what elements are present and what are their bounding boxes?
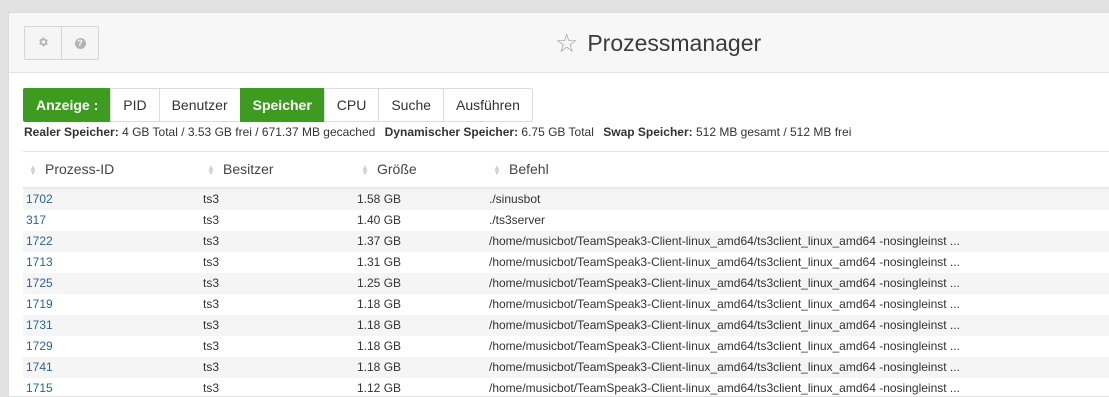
- size-cell: 1.58 GB: [357, 192, 402, 206]
- owner-cell: ts3: [203, 276, 220, 290]
- table-row: 1722 ts3 1.37 GB /home/musicbot/TeamSpea…: [23, 231, 1109, 252]
- pid-link[interactable]: 1725: [26, 273, 53, 294]
- real-memory-label: Realer Speicher:: [24, 125, 119, 139]
- owner-cell: ts3: [203, 360, 220, 374]
- command-cell: /home/musicbot/TeamSpeak3-Client-linux_a…: [489, 360, 960, 374]
- owner-cell: ts3: [203, 213, 220, 227]
- column-label: Befehl: [509, 161, 549, 177]
- pid-link[interactable]: 1715: [26, 378, 53, 397]
- table-body: 1702 ts3 1.58 GB ./sinusbot 317 ts3 1.40…: [23, 189, 1109, 397]
- sort-icon: ▲ ▼: [207, 163, 215, 178]
- owner-cell: ts3: [203, 234, 220, 248]
- size-cell: 1.25 GB: [357, 276, 402, 290]
- header-icon-group: ?: [24, 26, 99, 60]
- size-cell: 1.18 GB: [357, 318, 402, 332]
- owner-cell: ts3: [203, 381, 220, 395]
- column-header-owner[interactable]: ▲ ▼ Besitzer: [207, 152, 274, 187]
- column-header-process-id[interactable]: ▲ ▼ Prozess-ID: [29, 152, 114, 187]
- table-row: 1731 ts3 1.18 GB /home/musicbot/TeamSpea…: [23, 315, 1109, 336]
- size-cell: 1.31 GB: [357, 255, 402, 269]
- view-tabs: Anzeige : PID Benutzer Speicher CPU Such…: [23, 88, 533, 122]
- real-memory-value: 4 GB Total / 3.53 GB frei / 671.37 MB ge…: [122, 125, 376, 139]
- column-label: Besitzer: [223, 161, 274, 177]
- command-cell: /home/musicbot/TeamSpeak3-Client-linux_a…: [489, 234, 960, 248]
- page-title: Prozessmanager: [587, 29, 762, 56]
- tab-speicher[interactable]: Speicher: [239, 88, 325, 122]
- help-button[interactable]: ?: [61, 27, 98, 59]
- gear-icon: [37, 36, 49, 51]
- owner-cell: ts3: [203, 297, 220, 311]
- process-table: ▲ ▼ Prozess-ID ▲ ▼ Besitzer ▲ ▼ Größe ▲ ▼ Befehl…: [23, 151, 1109, 397]
- size-cell: 1.18 GB: [357, 339, 402, 353]
- title-area: ☆ Prozessmanager: [555, 27, 761, 59]
- sort-icon: ▲ ▼: [493, 163, 501, 178]
- table-row: 1729 ts3 1.18 GB /home/musicbot/TeamSpea…: [23, 336, 1109, 357]
- sort-icon: ▲ ▼: [29, 163, 37, 178]
- memory-info: Realer Speicher: 4 GB Total / 3.53 GB fr…: [24, 125, 851, 139]
- pid-link[interactable]: 1702: [26, 189, 53, 210]
- table-row: 1715 ts3 1.12 GB /home/musicbot/TeamSpea…: [23, 378, 1109, 397]
- page-header: ? ☆ Prozessmanager: [9, 13, 1109, 73]
- column-label: Größe: [377, 161, 417, 177]
- command-cell: /home/musicbot/TeamSpeak3-Client-linux_a…: [489, 297, 960, 311]
- pid-link[interactable]: 1729: [26, 336, 53, 357]
- table-row: 1741 ts3 1.18 GB /home/musicbot/TeamSpea…: [23, 357, 1109, 378]
- pid-link[interactable]: 1741: [26, 357, 53, 378]
- settings-button[interactable]: [25, 27, 61, 59]
- table-row: 1702 ts3 1.58 GB ./sinusbot: [23, 189, 1109, 210]
- table-row: 317 ts3 1.40 GB ./ts3server: [23, 210, 1109, 231]
- process-manager-panel: ? ☆ Prozessmanager Anzeige : PID Benutze…: [8, 12, 1109, 396]
- tab-anzeige[interactable]: Anzeige :: [23, 88, 112, 122]
- swap-memory-label: Swap Speicher:: [603, 125, 693, 139]
- swap-memory-value: 512 MB gesamt / 512 MB frei: [695, 125, 852, 139]
- column-label: Prozess-ID: [45, 161, 115, 177]
- column-header-size[interactable]: ▲ ▼ Größe: [361, 152, 417, 187]
- pid-link[interactable]: 1722: [26, 231, 53, 252]
- command-cell: /home/musicbot/TeamSpeak3-Client-linux_a…: [489, 318, 960, 332]
- table-row: 1719 ts3 1.18 GB /home/musicbot/TeamSpea…: [23, 294, 1109, 315]
- table-row: 1713 ts3 1.31 GB /home/musicbot/TeamSpea…: [23, 252, 1109, 273]
- help-icon: ?: [74, 37, 86, 49]
- size-cell: 1.18 GB: [357, 297, 402, 311]
- pid-link[interactable]: 1719: [26, 294, 53, 315]
- size-cell: 1.18 GB: [357, 360, 402, 374]
- table-row: 1725 ts3 1.25 GB /home/musicbot/TeamSpea…: [23, 273, 1109, 294]
- command-cell: /home/musicbot/TeamSpeak3-Client-linux_a…: [489, 339, 960, 353]
- pid-link[interactable]: 317: [26, 210, 46, 231]
- size-cell: 1.40 GB: [357, 213, 402, 227]
- pid-link[interactable]: 1713: [26, 252, 53, 273]
- command-cell: /home/musicbot/TeamSpeak3-Client-linux_a…: [489, 255, 960, 269]
- size-cell: 1.12 GB: [357, 381, 402, 395]
- tab-ausfuehren[interactable]: Ausführen: [443, 88, 533, 122]
- dynamic-memory-value: 6.75 GB Total: [521, 125, 594, 139]
- command-cell: ./sinusbot: [489, 192, 541, 206]
- table-header: ▲ ▼ Prozess-ID ▲ ▼ Besitzer ▲ ▼ Größe ▲ ▼ Befehl: [23, 152, 1109, 189]
- sort-icon: ▲ ▼: [361, 163, 369, 178]
- tab-benutzer[interactable]: Benutzer: [158, 88, 241, 122]
- command-cell: /home/musicbot/TeamSpeak3-Client-linux_a…: [489, 381, 960, 395]
- owner-cell: ts3: [203, 339, 220, 353]
- command-cell: ./ts3server: [489, 213, 546, 227]
- favorite-star-icon[interactable]: ☆: [555, 30, 578, 56]
- command-cell: /home/musicbot/TeamSpeak3-Client-linux_a…: [489, 276, 960, 290]
- owner-cell: ts3: [203, 192, 220, 206]
- owner-cell: ts3: [203, 255, 220, 269]
- dynamic-memory-label: Dynamischer Speicher:: [384, 125, 519, 139]
- tab-pid[interactable]: PID: [110, 88, 160, 122]
- column-header-command[interactable]: ▲ ▼ Befehl: [493, 152, 549, 187]
- pid-link[interactable]: 1731: [26, 315, 53, 336]
- size-cell: 1.37 GB: [357, 234, 402, 248]
- tab-cpu[interactable]: CPU: [323, 88, 380, 122]
- tab-suche[interactable]: Suche: [378, 88, 445, 122]
- owner-cell: ts3: [203, 318, 220, 332]
